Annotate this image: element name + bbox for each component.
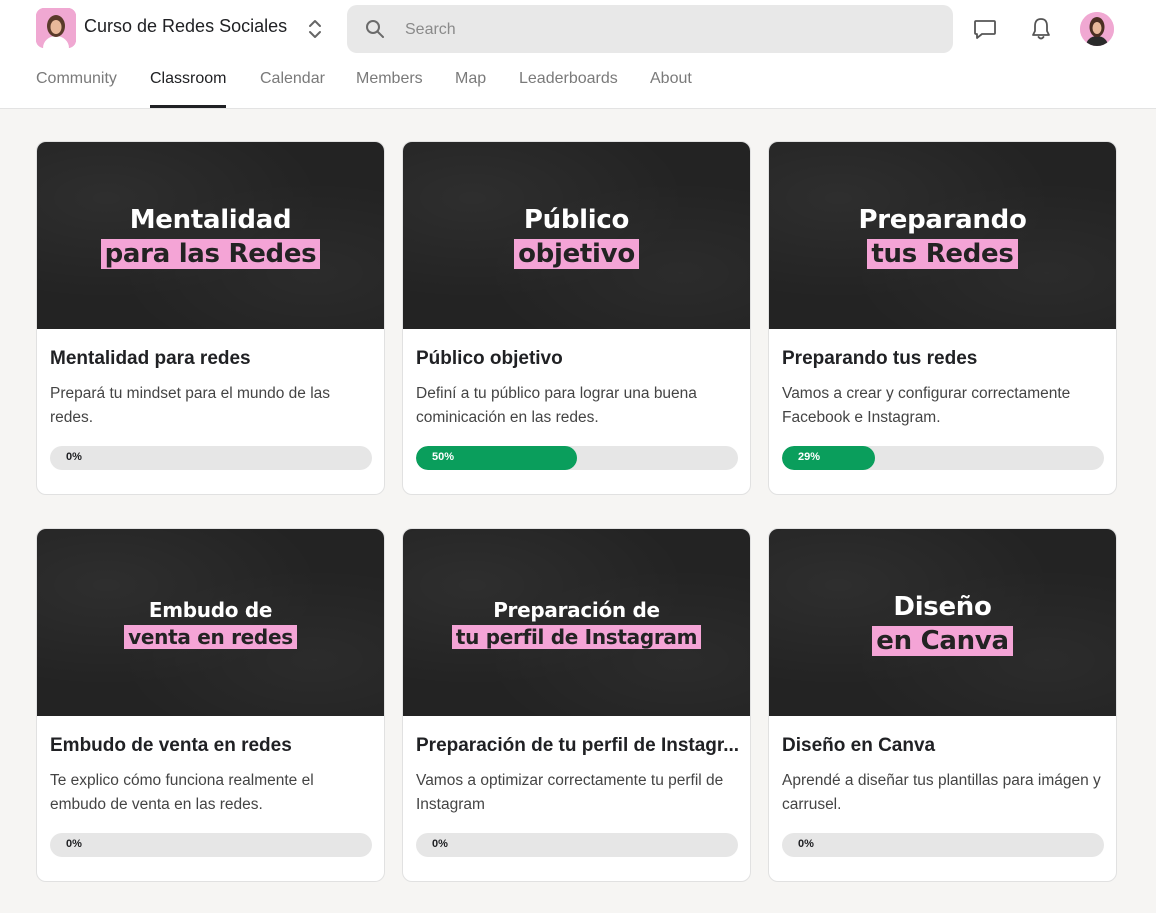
course-progress-bar: 0% <box>416 833 738 857</box>
course-thumbnail: Diseño en Canva <box>769 529 1116 716</box>
course-progress-bar: 0% <box>50 833 372 857</box>
tab-community[interactable]: Community <box>36 70 117 108</box>
course-card-perfil-instagram[interactable]: Preparación de tu perfil de Instagram Pr… <box>402 528 751 882</box>
progress-label: 29% <box>798 451 821 463</box>
course-title: Embudo de venta en redes <box>50 735 292 756</box>
progress-fill <box>782 446 876 470</box>
thumbnail-title-line2: para las Redes <box>100 238 321 269</box>
user-avatar[interactable] <box>1080 12 1114 46</box>
thumbnail-title-line2: tu perfil de Instagram <box>451 624 702 649</box>
progress-label: 0% <box>432 838 448 850</box>
thumbnail-title-line1: Diseño <box>893 591 992 622</box>
course-description: Aprendé a diseñar tus plantillas para im… <box>782 772 1101 813</box>
course-description: Prepará tu mindset para el mundo de las … <box>50 385 331 426</box>
progress-label: 0% <box>798 838 814 850</box>
course-card-preparando-redes[interactable]: Preparando tus Redes Preparando tus rede… <box>768 141 1117 495</box>
thumbnail-title-line1: Mentalidad <box>129 204 292 235</box>
thumbnail-title-line2: venta en redes <box>124 624 297 649</box>
progress-label: 0% <box>66 838 82 850</box>
course-title: Diseño en Canva <box>782 735 936 756</box>
course-thumbnail: Embudo de venta en redes <box>37 529 384 716</box>
search-bar[interactable] <box>347 5 953 55</box>
thumbnail-title-line1: Embudo de <box>148 597 273 622</box>
tab-about[interactable]: About <box>650 70 692 108</box>
top-bar: Curso de Redes Sociales Comm <box>0 0 1156 109</box>
search-input[interactable] <box>403 5 937 55</box>
course-progress-bar: 0% <box>50 446 372 470</box>
course-title: Preparando tus redes <box>782 348 978 369</box>
progress-label: 0% <box>66 451 82 463</box>
course-progress-bar: 0% <box>782 833 1104 857</box>
search-icon <box>366 20 384 38</box>
course-thumbnail: Preparación de tu perfil de Instagram <box>403 529 750 716</box>
course-description: Te explico cómo funciona realmente el em… <box>50 772 314 813</box>
group-logo[interactable] <box>36 8 76 48</box>
course-progress-bar: 50% <box>416 446 738 470</box>
bell-icon[interactable] <box>1028 16 1054 42</box>
course-description: Vamos a optimizar correctamente tu perfi… <box>416 772 724 813</box>
course-thumbnail: Público objetivo <box>403 142 750 329</box>
course-title: Público objetivo <box>416 348 563 369</box>
course-progress-bar: 29% <box>782 446 1104 470</box>
tab-members[interactable]: Members <box>356 70 423 108</box>
course-card-diseno-canva[interactable]: Diseño en Canva Diseño en Canva Aprendé … <box>768 528 1117 882</box>
group-name[interactable]: Curso de Redes Sociales <box>84 16 287 37</box>
course-title: Mentalidad para redes <box>50 348 251 369</box>
progress-label: 50% <box>432 451 455 463</box>
chat-icon[interactable] <box>972 16 998 42</box>
group-logo-image <box>36 8 76 48</box>
course-card-mentalidad[interactable]: Mentalidad para las Redes Mentalidad par… <box>36 141 385 495</box>
thumbnail-title-line2: tus Redes <box>867 238 1018 269</box>
tab-calendar[interactable]: Calendar <box>260 70 325 108</box>
nav-tabs: Community Classroom Calendar Members Map… <box>0 60 1156 108</box>
course-thumbnail: Mentalidad para las Redes <box>37 142 384 329</box>
course-card-embudo-venta[interactable]: Embudo de venta en redes Embudo de venta… <box>36 528 385 882</box>
course-title: Preparación de tu perfil de Instagr... <box>416 735 740 756</box>
thumbnail-title-line1: Preparación de <box>493 597 660 622</box>
tab-classroom[interactable]: Classroom <box>150 70 227 108</box>
tab-map[interactable]: Map <box>455 70 486 108</box>
thumbnail-title-line1: Preparando <box>858 204 1027 235</box>
group-switcher-icon[interactable] <box>304 16 326 42</box>
course-thumbnail: Preparando tus Redes <box>769 142 1116 329</box>
course-description: Definí a tu público para lograr una buen… <box>416 385 697 426</box>
thumbnail-title-line2: objetivo <box>514 238 639 269</box>
thumbnail-title-line1: Público <box>523 204 630 235</box>
course-description: Vamos a crear y configurar correctamente… <box>782 385 1071 426</box>
tab-leaderboards[interactable]: Leaderboards <box>519 70 618 108</box>
thumbnail-title-line2: en Canva <box>872 625 1013 656</box>
course-card-publico-objetivo[interactable]: Público objetivo Público objetivo Definí… <box>402 141 751 495</box>
